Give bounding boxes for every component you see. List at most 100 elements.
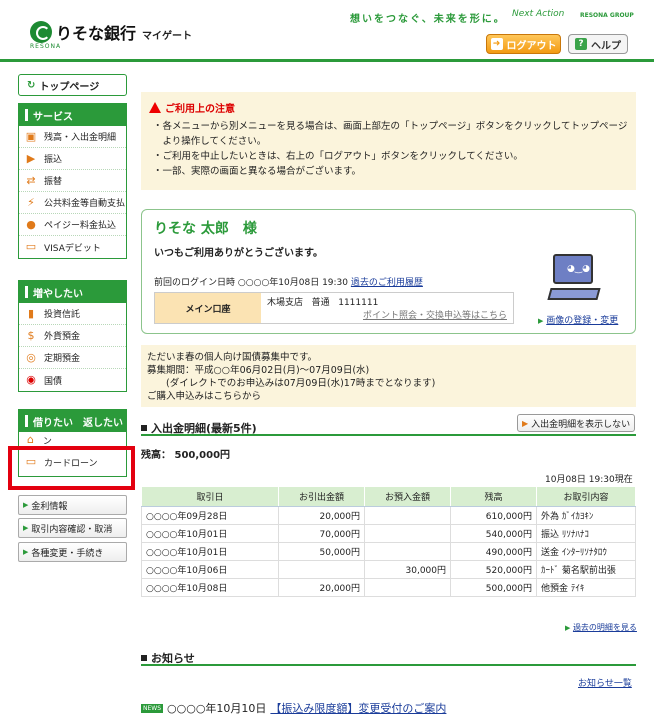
warning-icon [149,102,161,113]
sidebar-item-payeasy[interactable]: ● ペイジー料金払込 [19,214,126,236]
image-register-link[interactable]: ▶ 画像の登録・変更 [538,313,618,326]
sidebar-item-utility[interactable]: ⚡ 公共料金等自動支払 [19,192,126,214]
cell-withdrawal: 20,000円 [278,506,365,525]
sidebar-item-label: ペイジー料金払込 [44,221,117,231]
help-button[interactable]: ? ヘルプ [568,34,628,54]
sidebar-item-foreign-deposit[interactable]: $ 外貨預金 [19,325,126,347]
payeasy-icon: ● [26,217,36,231]
campaign-line: ただいま春の個人向け国債募集中です。 [147,352,318,363]
grow-menu-title: 増やしたい [19,281,126,303]
arrow-right-icon: ▶ [23,524,29,532]
cell-description: ｶｰﾄﾞ 菊名駅前出張 [536,560,636,579]
logout-button[interactable]: ➜ ログアウト [486,34,561,54]
cell-deposit [364,524,451,543]
table-row: ○○○○年10月01日 70,000円 540,000円 振込 ﾘｿﾅﾊﾅｺ [141,524,636,543]
last-login-value: ○○○○年10月08日 19:30 [237,278,349,288]
history-link[interactable]: 過去のご利用履歴 [351,278,423,288]
transactions-table: 取引日 お引出金額 お預入金額 残高 お取引内容 ○○○○年09月28日 20,… [141,486,636,597]
top-page-button[interactable]: ↻ トップページ [18,74,127,96]
bank-name: りそな銀行 [56,24,137,43]
sidebar-item-label: 外貨預金 [44,332,81,342]
notice-line: より操作してください。 [153,136,267,147]
cell-balance: 490,000円 [450,542,537,561]
cell-description: 振込 ﾘｿﾅﾊﾅｺ [536,524,636,543]
news-link[interactable]: 【振込み限度額】変更受付のご案内 [270,700,446,714]
cell-deposit: 30,000円 [364,560,451,579]
notice-line: ・ご利用を中止したいときは、右上の「ログアウト」ボタンをクリックしてください。 [153,151,523,162]
section-divider [141,434,636,436]
column-header: お引出金額 [278,486,365,507]
past-statements-label: 過去の明細を見る [572,623,637,632]
sidebar-item-bonds[interactable]: ◉ 国債 [19,369,126,391]
column-header: 取引日 [141,486,279,507]
sidebar-link-interest-rates[interactable]: ▶ 金利情報 [18,495,127,515]
sidebar-item-label: 残高・入出金明細 [44,133,117,143]
notice-line: ・各メニューから別メニューを見る場合は、画面上部左の「トップページ」ボタンをクリ… [153,121,628,132]
cell-deposit [364,506,451,525]
arrow-right-icon: ▶ [23,501,29,509]
news-badge: NEWS [141,703,164,713]
cell-deposit [364,542,451,561]
logout-label: ログアウト [506,40,557,52]
points-link[interactable]: ポイント照会・交換申込等はこちら [363,311,507,321]
top-page-label: トップページ [39,81,100,93]
refresh-icon: ↻ [27,79,36,91]
cell-date: ○○○○年10月08日 [141,578,279,597]
logo-subtext: RESONA [30,43,62,50]
table-header-row: 取引日 お引出金額 お預入金額 残高 お取引内容 [141,486,636,507]
branch-name: 木場支店 [267,298,304,308]
sidebar-link-settings-change[interactable]: ▶ 各種変更・手続き [18,542,127,562]
sidebar-link-label: 取引内容確認・取消 [31,524,113,535]
cell-withdrawal: 50,000円 [278,542,365,561]
cell-withdrawal: 20,000円 [278,578,365,597]
past-statements-link[interactable]: ▶ 過去の明細を見る [565,622,637,633]
bond-campaign: ただいま春の個人向け国債募集中です。 募集期間：平成○○年06月02日(月)～0… [141,345,636,407]
sidebar-item-balance[interactable]: ▣ 残高・入出金明細 [19,126,126,148]
chart-icon: ▮ [27,306,35,320]
main-account-label: メイン口座 [155,293,261,323]
sidebar-link-transaction-check[interactable]: ▶ 取引内容確認・取消 [18,518,127,538]
cell-deposit [364,578,451,597]
sidebar-item-transfer[interactable]: ▶ 振込 [19,148,126,170]
notice-title-text: ご利用上の注意 [165,104,235,115]
cell-balance: 500,000円 [450,578,537,597]
section-divider [141,664,636,666]
slogan-brand: Next Action [512,9,565,19]
cell-withdrawal: 70,000円 [278,524,365,543]
cell-date: ○○○○年10月01日 [141,524,279,543]
resona-logo-icon [30,21,52,43]
utility-icon: ⚡ [27,195,35,209]
highlight-box [8,446,135,490]
customer-name: りそな 太郎 様 [154,221,257,237]
wallet-icon: ▣ [25,129,37,143]
sidebar-item-label: 公共料金等自動支払 [44,199,126,209]
sidebar-link-label: 金利情報 [31,501,68,512]
sidebar-item-label: 国債 [44,376,63,387]
cell-description: 外為 ｶﾞｲｶﾖｷﾝ [536,506,636,525]
borrow-menu-title: 借りたい 返したい [19,410,126,432]
cell-description: 他預金 ﾃｲｷ [536,578,636,597]
hide-transactions-label: 入出金明細を表示しない [531,419,631,430]
cell-date: ○○○○年10月01日 [141,542,279,561]
table-row: ○○○○年10月06日 30,000円 520,000円 ｶｰﾄﾞ 菊名駅前出張 [141,560,636,579]
sidebar-item-time-deposit[interactable]: ◎ 定期預金 [19,347,126,369]
sidebar-item-visa-debit[interactable]: ▭ VISAデビット [19,236,126,258]
arrow-right-icon: ▶ [565,624,571,632]
group-name: RESONA GROUP [580,12,634,19]
all-news-link[interactable]: お知らせ一覧 [578,676,632,689]
exchange-icon: ⇄ [26,173,36,187]
main-account-detail: 木場支店 普通 1111111 ポイント照会・交換申込等はこちら [261,293,513,323]
help-label: ヘルプ [591,40,621,52]
column-header: 残高 [450,486,537,507]
news-date: ○○○○年10月10日 [167,702,267,714]
cell-description: 送金 ｲﾝﾀｰﾘｿﾅﾀﾛｳ [536,542,636,561]
cell-date: ○○○○年10月06日 [141,560,279,579]
campaign-link[interactable]: ご購入申込みはこちらから [147,390,630,403]
logout-icon: ➜ [490,38,503,50]
notice-line: ・一部、実際の画面と異なる場合がございます。 [153,166,362,177]
sidebar-item-exchange[interactable]: ⇄ 振替 [19,170,126,192]
table-row: ○○○○年10月01日 50,000円 490,000円 送金 ｲﾝﾀｰﾘｿﾅﾀ… [141,542,636,561]
hide-transactions-button[interactable]: ▶ 入出金明細を表示しない [517,414,635,432]
resona-logo[interactable]: りそな銀行 マイゲート [30,20,192,44]
sidebar-item-investment-trust[interactable]: ▮ 投資信託 [19,303,126,325]
